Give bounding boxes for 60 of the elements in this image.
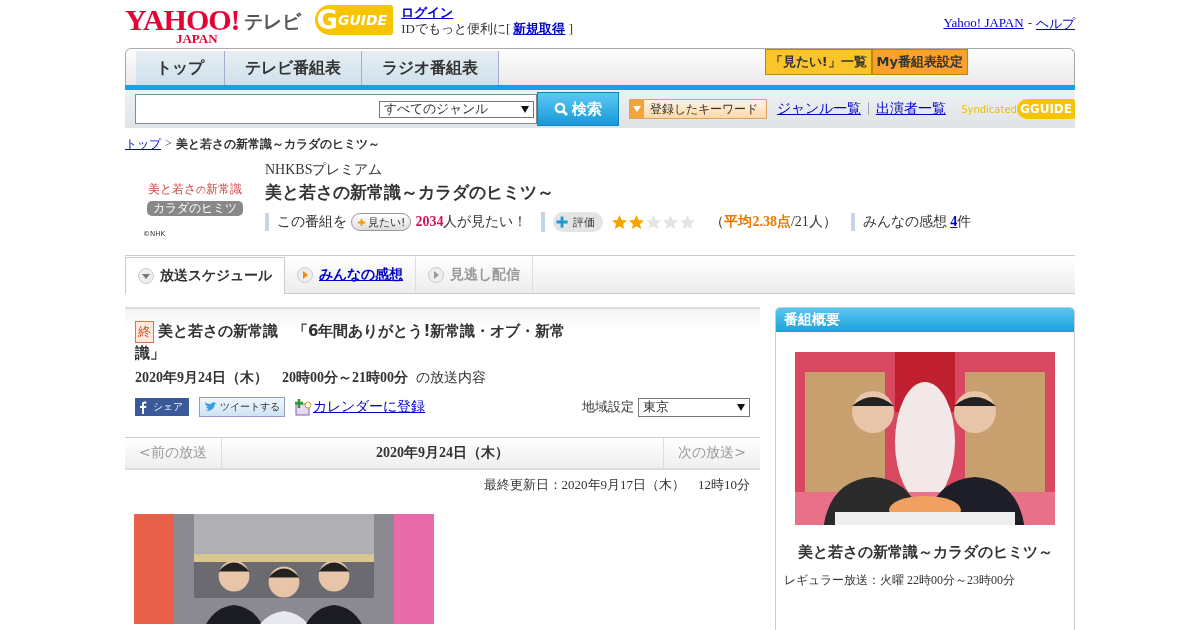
channel-name: NHKBSプレミアム: [265, 161, 384, 179]
calendar-link[interactable]: カレンダーに登録: [313, 398, 425, 416]
panel-header: 番組概要: [776, 308, 1074, 332]
datetime-suffix: の放送内容: [416, 369, 486, 387]
search-field[interactable]: すべてのジャンル: [135, 94, 537, 124]
service-name: テレビ: [243, 9, 301, 34]
plus-icon: [357, 217, 366, 227]
want-count-text: 2034人が見たい！: [415, 213, 528, 231]
region-select[interactable]: 東京: [638, 397, 750, 417]
nav-tab[interactable]: テレビ番組表: [225, 51, 362, 85]
schedule-settings-button[interactable]: My番組表設定: [871, 49, 968, 75]
tweet-button[interactable]: ツイートする: [199, 397, 285, 417]
yahoo-link[interactable]: Yahoo! JAPAN: [943, 15, 1024, 33]
site-logo[interactable]: YAHOO! JAPAN: [125, 5, 240, 45]
link-separator: |: [867, 100, 870, 117]
show-logo-title: 美と若さの新常識: [148, 181, 242, 198]
rating-text: （平均2.38点/21人）: [710, 213, 837, 231]
want-prefix: この番組を: [277, 213, 347, 231]
caret-icon: [737, 403, 745, 411]
breadcrumb-link[interactable]: トップ: [125, 136, 161, 153]
play-icon: [297, 267, 313, 283]
program-title: 美と若さの新常識～カラダのヒミツ～: [796, 543, 1054, 562]
bird-icon: [204, 401, 218, 413]
keyword-button[interactable]: 登録したキーワード: [629, 99, 767, 119]
watchlist-button[interactable]: 「見たい!」一覧: [764, 49, 872, 75]
section-tab[interactable]: みんなの感想: [285, 257, 416, 293]
breadcrumb-separator: >: [165, 136, 172, 152]
region-label: 地域設定: [582, 398, 634, 416]
last-updated-text: 最終更新日：2020年9月17日（木） 12時10分: [482, 476, 750, 494]
genre-select[interactable]: すべてのジャンル: [379, 100, 534, 118]
login-link[interactable]: ログイン: [401, 5, 574, 21]
play-icon: [428, 267, 444, 283]
caret-icon: [633, 106, 641, 112]
reviews-count-link[interactable]: 4: [950, 214, 958, 229]
calendar-add-icon: [295, 398, 312, 416]
id-prompt: IDでもっと便利に[ 新規取得 ]: [401, 21, 574, 37]
reviews-text: みんなの感想 4件: [862, 213, 972, 231]
rate-button[interactable]: 評価: [553, 212, 604, 232]
syndicated-logo: Syndicated GGUIDE: [961, 99, 1075, 119]
plus-icon: [555, 215, 570, 229]
link-separator: -: [1027, 15, 1032, 32]
search-icon: [554, 102, 568, 116]
episode-title: 終 美と若さの新常識 「6年間ありがとう!新常識・オブ・新常識」: [135, 321, 567, 363]
facebook-icon: [139, 400, 147, 414]
nav-tab[interactable]: トップ: [136, 51, 225, 85]
breadcrumb-current: 美と若さの新常識～カラダのヒミツ～: [175, 136, 380, 153]
program-title: 美と若さの新常識～カラダのヒミツ～: [265, 181, 555, 204]
cast-link[interactable]: 出演者一覧: [875, 100, 946, 118]
genre-link[interactable]: ジャンル一覧: [777, 100, 861, 118]
episode-datetime: 2020年9月24日（木） 20時00分～21時00分: [135, 369, 408, 387]
facebook-share-button[interactable]: シェア: [135, 398, 189, 416]
broadcast-date: 2020年9月24日（木）: [375, 444, 510, 462]
regular-broadcast-text: レギュラー放送：火曜 22時00分～23時00分: [784, 572, 1016, 589]
show-logo-subtitle: カラダのヒミツ: [147, 201, 243, 216]
help-link[interactable]: ヘルプ: [1036, 15, 1075, 33]
want-button[interactable]: 見たい!: [351, 213, 412, 231]
nav-tab[interactable]: ラジオ番組表: [362, 51, 499, 85]
caret-icon: [521, 105, 529, 113]
section-tab[interactable]: 放送スケジュール: [125, 257, 285, 294]
register-link[interactable]: 新規取得: [513, 21, 566, 36]
